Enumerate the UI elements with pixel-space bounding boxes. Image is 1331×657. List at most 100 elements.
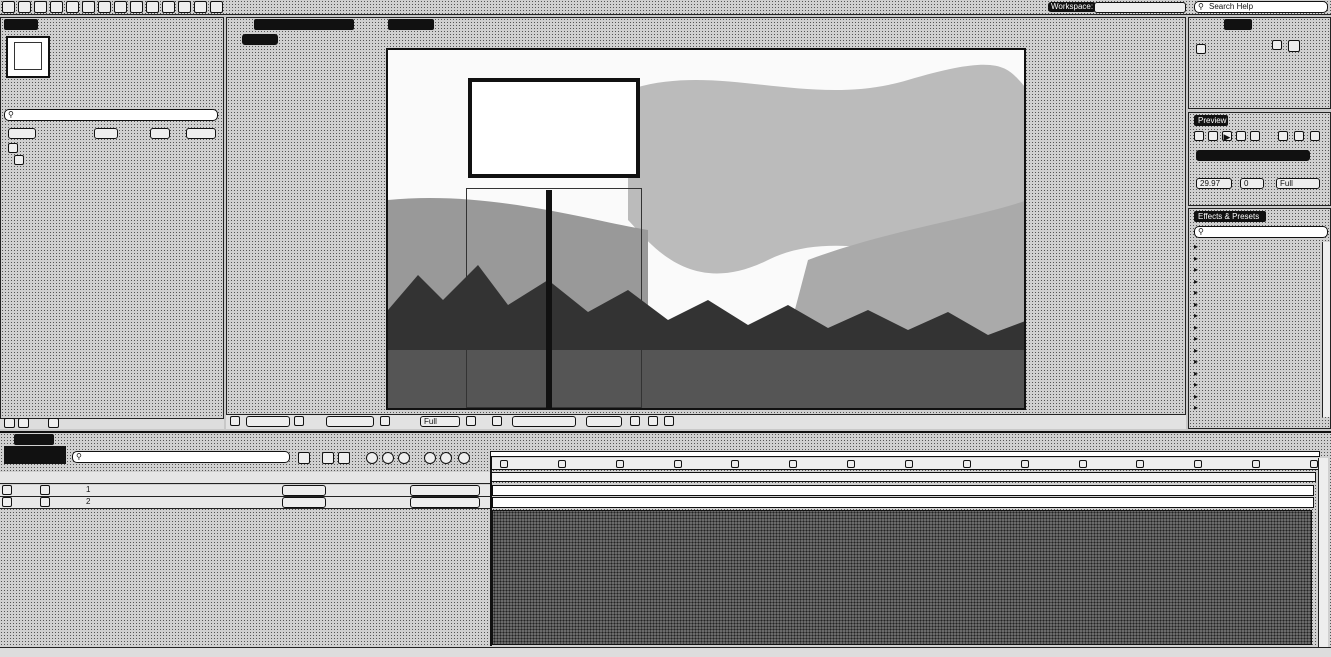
effects-category-item[interactable]: ▸ [1194,392,1322,403]
new-composition-icon[interactable] [18,418,29,428]
timeline-layer-row[interactable]: 1 [0,485,490,497]
comp-name-button[interactable] [242,34,278,45]
new-folder-icon[interactable] [4,418,15,428]
effects-category-item[interactable]: ▸ [1194,334,1322,345]
first-frame-icon[interactable] [1194,131,1204,141]
play-icon[interactable]: ▶ [1222,131,1232,142]
current-time-indicator[interactable] [490,456,492,646]
effects-category-item[interactable]: ▸ [1194,403,1322,414]
layer-duration-bar[interactable] [492,485,1314,496]
previous-frame-icon[interactable] [1208,131,1218,141]
frame-blending-icon[interactable] [366,452,378,464]
effects-category-item[interactable]: ▸ [1194,277,1322,288]
project-col-type[interactable] [150,128,170,139]
next-frame-icon[interactable] [1236,131,1246,141]
disclosure-triangle-icon[interactable]: ▸ [1194,288,1198,298]
project-col-label[interactable] [94,128,118,139]
composition-tab[interactable] [254,19,354,30]
effects-category-item[interactable]: ▸ [1194,380,1322,391]
hand-tool-icon[interactable] [18,1,31,13]
always-preview-icon[interactable] [230,416,240,426]
disclosure-triangle-icon[interactable]: ▸ [1194,277,1198,287]
effects-scrollbar[interactable] [1322,242,1330,417]
magnification-select[interactable] [246,416,290,427]
disclosure-triangle-icon[interactable]: ▸ [1194,369,1198,379]
camera-view-select[interactable] [512,416,576,427]
disclosure-triangle-icon[interactable]: ▸ [1194,265,1198,275]
billboard-board[interactable] [468,78,640,178]
loop-icon[interactable] [1294,131,1304,141]
type-tool-icon[interactable] [130,1,143,13]
rotation-tool-icon[interactable] [50,1,63,13]
disclosure-triangle-icon[interactable]: ▸ [1194,242,1198,252]
zoom-tool-icon[interactable] [34,1,47,13]
effects-category-item[interactable]: ▸ [1194,346,1322,357]
disclosure-triangle-icon[interactable]: ▸ [1194,346,1198,356]
trash-icon[interactable] [48,418,59,428]
project-item-row[interactable] [6,155,218,167]
effects-category-item[interactable]: ▸ [1194,357,1322,368]
timeline-search-input[interactable]: ⚲ [72,451,290,463]
timeline-toggle-icon[interactable] [648,416,658,426]
layer-parent-select[interactable] [410,497,480,508]
effects-category-item[interactable]: ▸ [1194,288,1322,299]
effects-category-item[interactable]: ▸ [1194,323,1322,334]
rectangle-tool-icon[interactable] [98,1,111,13]
visibility-eye-icon[interactable] [2,485,12,495]
view-layout-select[interactable] [586,416,622,427]
pen-tool-icon[interactable] [114,1,127,13]
disclosure-triangle-icon[interactable]: ▸ [1194,323,1198,333]
workspace-select[interactable] [1094,2,1186,13]
last-frame-icon[interactable] [1250,131,1260,141]
ram-preview-icon[interactable] [1310,131,1320,141]
project-tab[interactable] [4,19,38,30]
puppet-tool-icon[interactable] [210,1,223,13]
current-time-display[interactable] [326,416,374,427]
hide-shy-layers-icon[interactable] [338,452,350,464]
disclosure-triangle-icon[interactable]: ▸ [1194,311,1198,321]
info-tab[interactable] [1224,19,1252,30]
effects-category-item[interactable]: ▸ [1194,300,1322,311]
layer-mode-select[interactable] [282,485,326,496]
comp-mini-flowchart-icon[interactable] [298,452,310,464]
effects-category-item[interactable]: ▸ [1194,369,1322,380]
effects-category-item[interactable]: ▸ [1194,242,1322,253]
layer-mode-select[interactable] [282,497,326,508]
time-navigator[interactable] [490,451,1320,457]
eraser-icon[interactable] [178,1,191,13]
visibility-eye-icon[interactable] [2,497,12,507]
timeline-timecode[interactable] [4,446,66,464]
layer-parent-select[interactable] [410,485,480,496]
disclosure-triangle-icon[interactable]: ▸ [1194,380,1198,390]
graph-editor-icon[interactable] [440,452,452,464]
disclosure-triangle-icon[interactable]: ▸ [1194,403,1198,413]
brush-tool-icon[interactable] [146,1,159,13]
resolution-select[interactable]: Full [420,416,460,427]
composition-viewer[interactable] [386,48,1026,410]
camera-tool-icon[interactable] [66,1,79,13]
disclosure-triangle-icon[interactable]: ▸ [1194,300,1198,310]
clone-stamp-icon[interactable] [162,1,175,13]
resolution-select[interactable]: Full [1276,178,1320,189]
disclosure-triangle-icon[interactable]: ▸ [1194,254,1198,264]
effects-category-item[interactable]: ▸ [1194,254,1322,265]
effects-presets-tab[interactable]: Effects & Presets [1194,211,1266,222]
draft-3d-icon[interactable] [322,452,334,464]
motion-blur-icon[interactable] [382,452,394,464]
roto-brush-icon[interactable] [194,1,207,13]
flowchart-icon[interactable] [664,416,674,426]
selection-tool-icon[interactable] [2,1,15,13]
frame-rate-select[interactable]: 29.97 [1196,178,1232,189]
lock-icon[interactable] [40,497,50,507]
region-of-interest-icon[interactable] [466,416,476,426]
time-ruler[interactable] [490,458,1320,470]
effects-category-item[interactable]: ▸ [1194,265,1322,276]
search-help-input[interactable]: ⚲ Search Help [1194,1,1328,13]
snapshot-icon[interactable] [380,416,390,426]
project-col-size[interactable] [186,128,216,139]
disclosure-triangle-icon[interactable]: ▸ [1194,392,1198,402]
fast-previews-icon[interactable] [630,416,640,426]
live-update-icon[interactable] [458,452,470,464]
disclosure-triangle-icon[interactable]: ▸ [1194,334,1198,344]
timeline-layer-row[interactable]: 2 [0,497,490,509]
